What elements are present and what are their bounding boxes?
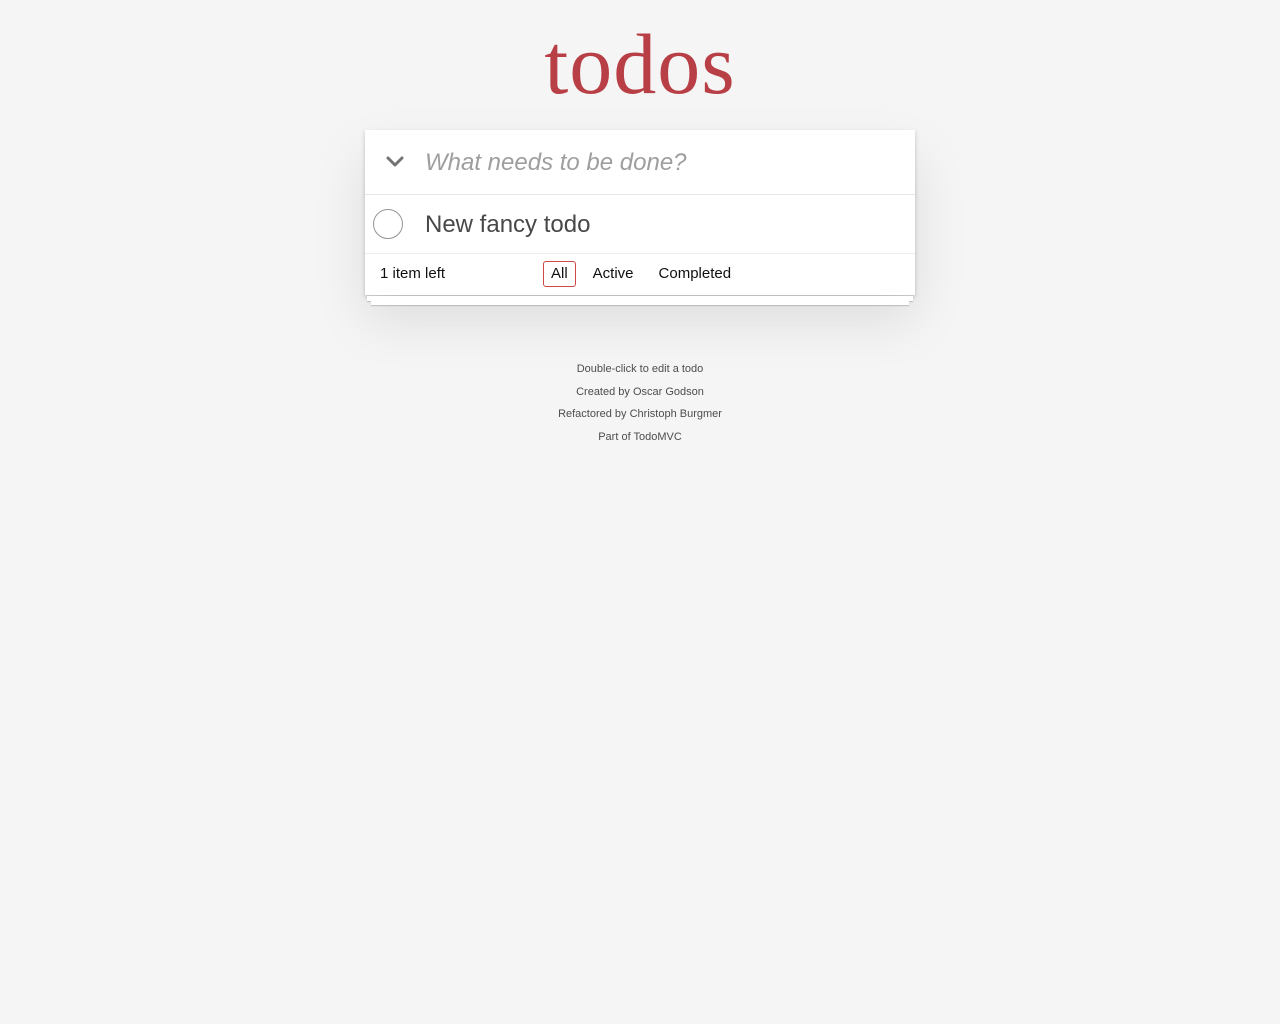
- filter-all[interactable]: All: [543, 261, 576, 287]
- created-by-prefix: Created by: [576, 385, 633, 398]
- refactored-by-prefix: Refactored by: [558, 408, 630, 421]
- refactorer-link[interactable]: Christoph Burgmer: [630, 408, 722, 420]
- todo-list: New fancy todo: [365, 195, 915, 254]
- edit-hint: Double-click to edit a todo: [576, 363, 704, 375]
- todo-header: [365, 130, 915, 195]
- todo-toggle-checkbox[interactable]: [373, 209, 403, 239]
- filter-completed[interactable]: Completed: [651, 261, 740, 287]
- stack-shadow-2: [371, 301, 909, 305]
- todomvc-link[interactable]: TodoMVC: [633, 431, 681, 443]
- refactored-by: Refactored by Christoph Burgmer: [0, 403, 1280, 426]
- items-left-count: 1 item left: [380, 265, 446, 282]
- todo-item[interactable]: New fancy todo: [365, 195, 915, 254]
- app-title: todos: [544, 16, 736, 112]
- todo-label[interactable]: New fancy todo: [425, 195, 590, 254]
- info-footer: Double-click to edit a todo Created by O…: [0, 358, 1280, 449]
- created-by: Created by Oscar Godson: [0, 381, 1280, 404]
- new-todo-input[interactable]: [425, 130, 915, 195]
- author-link[interactable]: Oscar Godson: [633, 386, 704, 398]
- chevron-down-icon: [386, 156, 404, 167]
- filters: All Active Completed: [543, 261, 748, 287]
- todo-footer: 1 item left All Active Completed: [365, 254, 915, 295]
- toggle-all-button[interactable]: [373, 140, 417, 184]
- part-of: Part of TodoMVC: [0, 426, 1280, 449]
- filter-active[interactable]: Active: [585, 261, 642, 287]
- todo-app: New fancy todo 1 item left All Active Co…: [365, 130, 915, 295]
- part-of-prefix: Part of: [598, 431, 634, 444]
